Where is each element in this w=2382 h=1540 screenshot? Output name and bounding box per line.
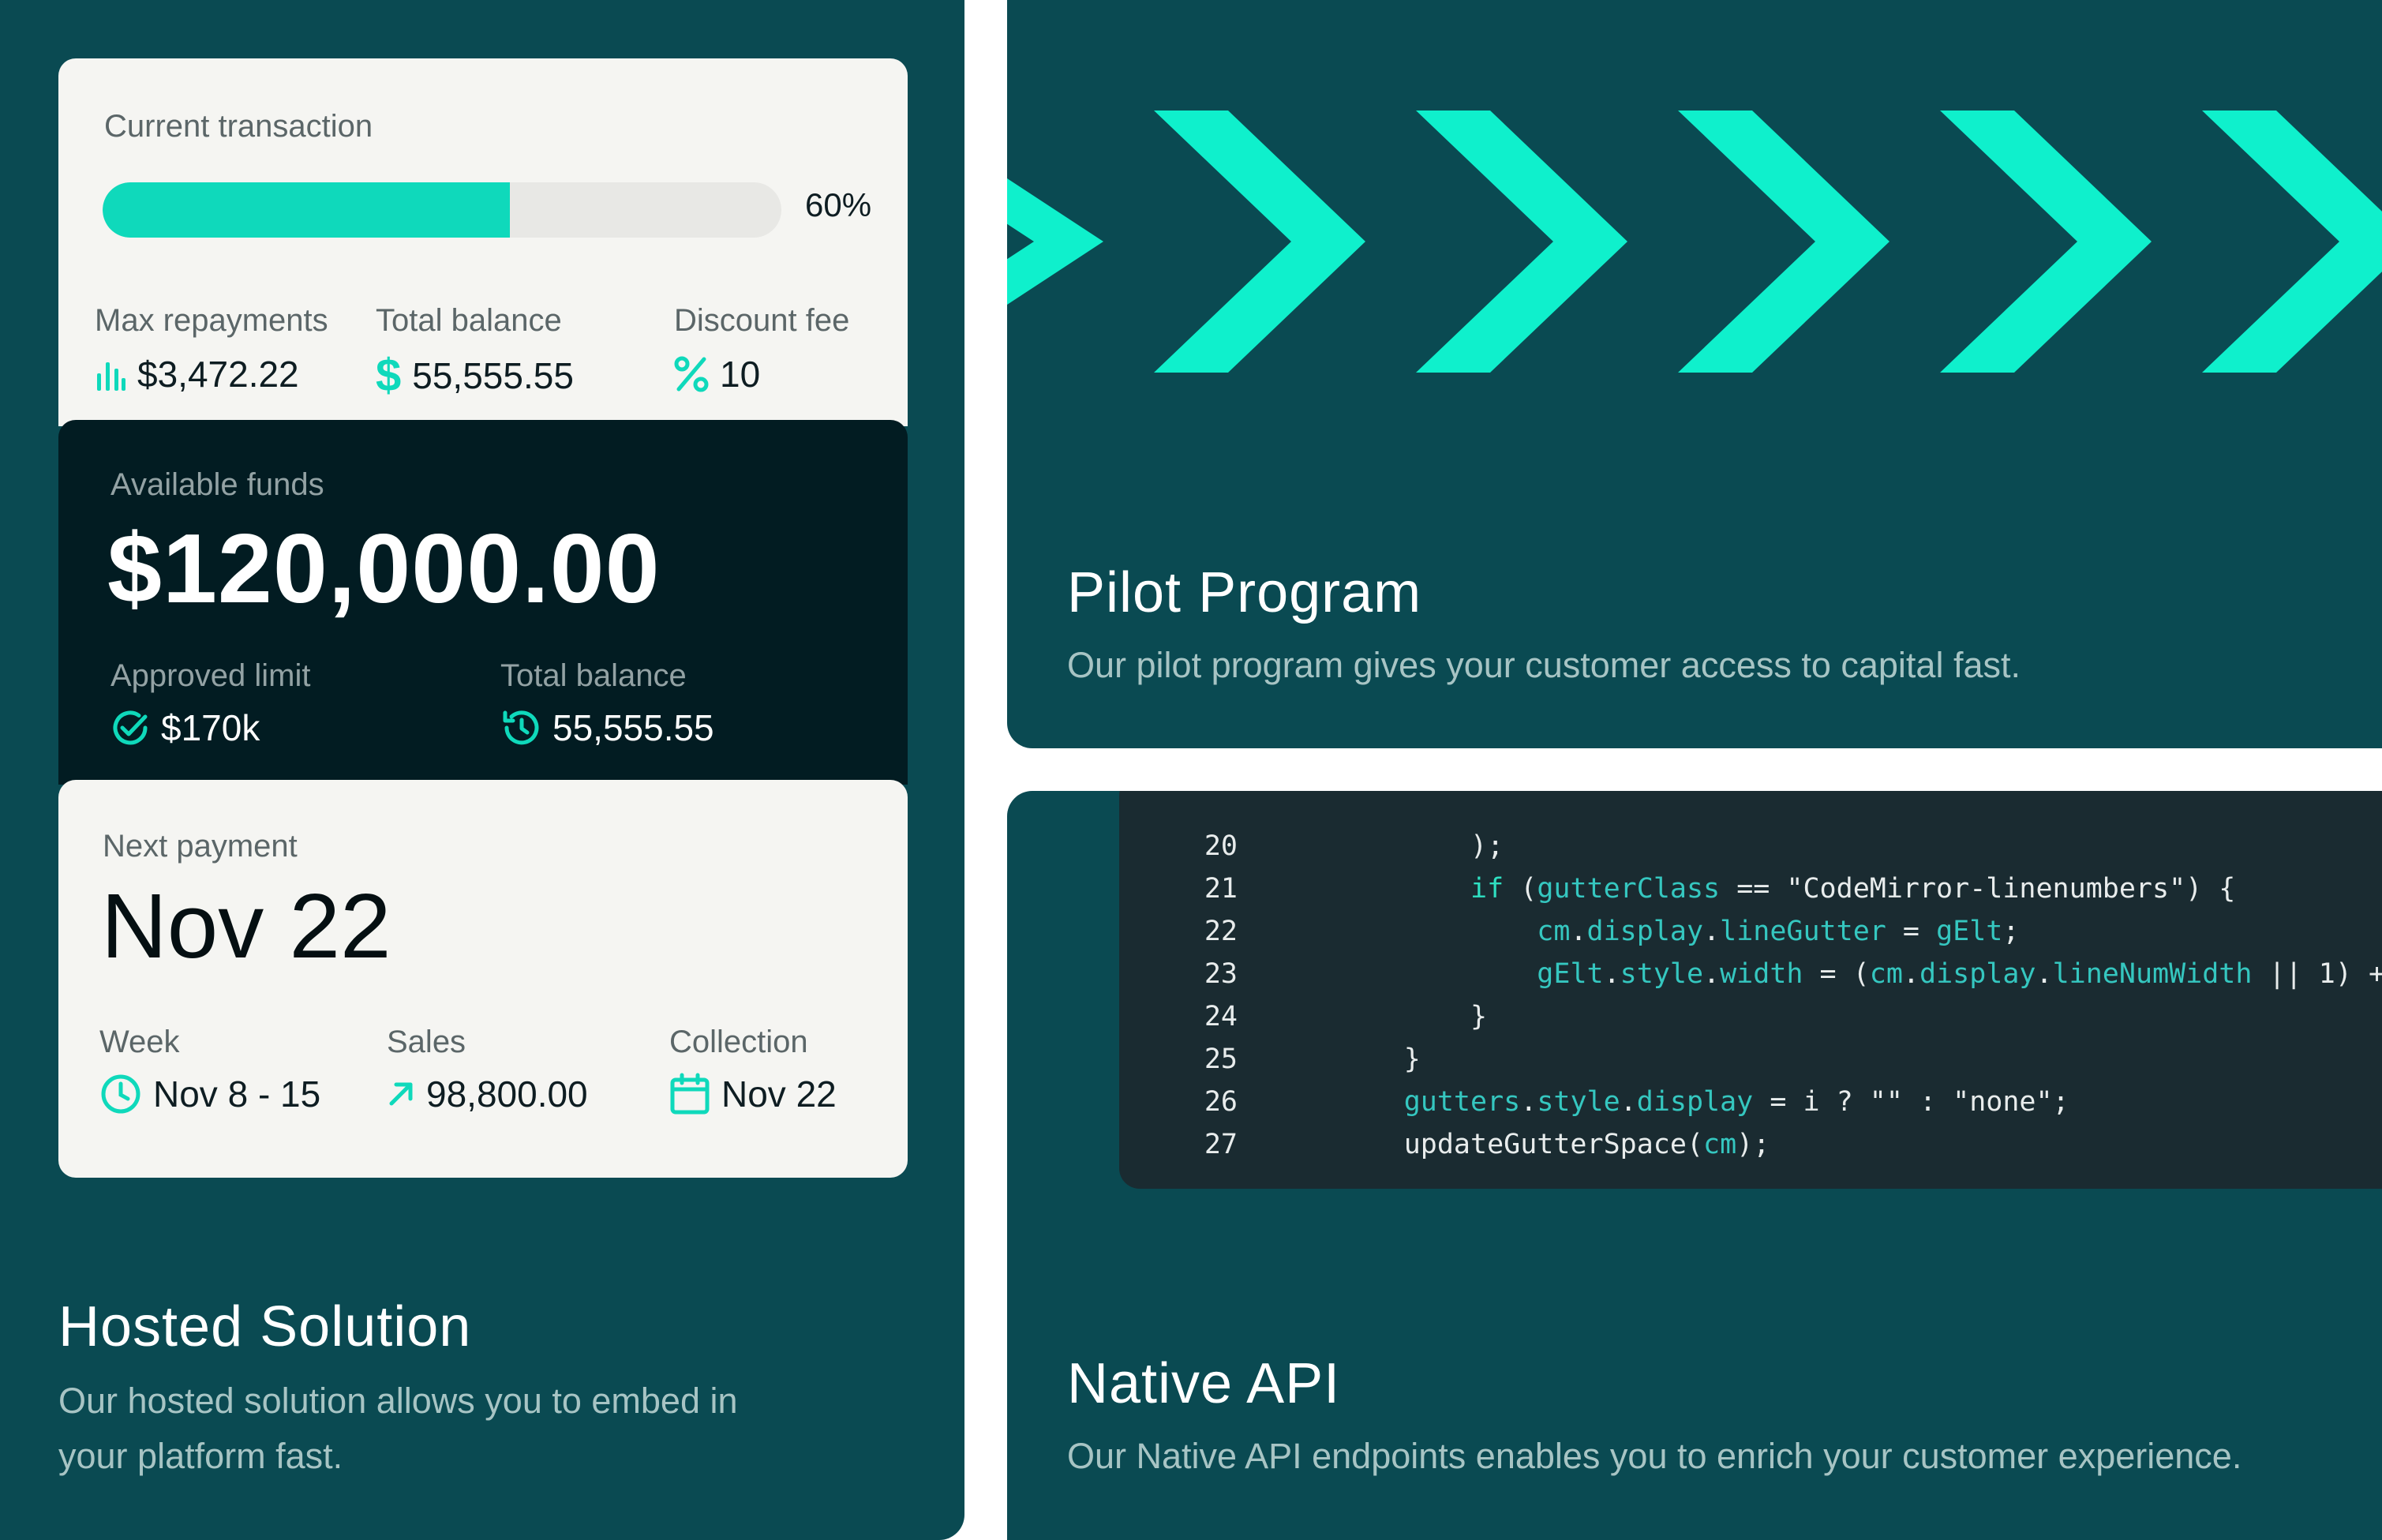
code-line: 20 ); <box>1119 826 1504 867</box>
stat-funds-total-balance: Total balance 55,555.55 <box>500 658 714 749</box>
stat-label: Max repayments <box>95 303 328 338</box>
code-line-number: 20 <box>1204 830 1238 862</box>
code-line-text: ); <box>1238 830 1504 862</box>
stat-label: Sales <box>387 1025 466 1059</box>
available-funds-amount: $120,000.00 <box>107 515 661 624</box>
hosted-solution-description-line2: your platform fast. <box>58 1436 343 1476</box>
code-line-text: gutters.style.display = i ? "" : "none"; <box>1403 1086 2069 1118</box>
code-line-number: 22 <box>1204 916 1238 947</box>
code-line: 26 gutters.style.display = i ? "" : "non… <box>1119 1081 2069 1122</box>
dollar-icon: $ <box>376 350 402 401</box>
next-payment-card: Next payment Nov 22 Week Nov 8 - 15 Sale… <box>58 780 908 1178</box>
current-transaction-card: Current transaction 60% Max repayments $… <box>58 58 908 426</box>
code-snippet: 20 ); 21 if (gutterClass == "CodeMirror-l… <box>1119 791 2382 1189</box>
native-api-panel: 20 ); 21 if (gutterClass == "CodeMirror-l… <box>1007 791 2382 1540</box>
native-api-heading: Native API <box>1067 1352 1341 1415</box>
stat-discount-fee: Discount fee 10 <box>674 303 849 395</box>
hosted-solution-panel: Current transaction 60% Max repayments $… <box>0 0 964 1540</box>
code-line: 24 } <box>1119 996 1487 1037</box>
stat-label: Total balance <box>376 303 562 338</box>
native-api-description: Our Native API endpoints enables you to … <box>1067 1436 2242 1476</box>
code-line-number: 23 <box>1204 958 1238 990</box>
stat-collection: Collection Nov 22 <box>669 1025 837 1115</box>
check-circle-icon <box>110 708 150 748</box>
code-line-text: if (gutterClass == "CodeMirror-linenumbe… <box>1470 873 2236 905</box>
code-line: 23 gElt.style.width = (cm.display.lineNu… <box>1119 954 2382 995</box>
pilot-program-panel: Pilot Program Our pilot program gives yo… <box>1007 0 2382 748</box>
available-funds-title: Available funds <box>110 467 324 502</box>
code-line-number: 21 <box>1204 873 1238 905</box>
stat-label: Collection <box>669 1025 808 1059</box>
stat-value: 55,555.55 <box>552 707 714 748</box>
code-line: 22 cm.display.lineGutter = gElt; <box>1119 911 2020 952</box>
code-line: 21 if (gutterClass == "CodeMirror-linenu… <box>1119 868 2236 909</box>
pilot-program-description: Our pilot program gives your customer ac… <box>1067 645 2021 685</box>
chevron-arrows-icon <box>1007 111 2382 373</box>
stat-value: 98,800.00 <box>426 1074 588 1115</box>
hosted-solution-description-line1: Our hosted solution allows you to embed … <box>58 1381 738 1421</box>
code-line-number: 24 <box>1204 1001 1238 1032</box>
available-funds-card: Available funds $120,000.00 Approved lim… <box>58 420 908 785</box>
transaction-progress-label: 60% <box>805 186 872 223</box>
code-line-text: gElt.style.width = (cm.display.lineNumWi… <box>1537 958 2382 990</box>
code-line-text: } <box>1238 1044 1421 1075</box>
code-line-text: updateGutterSpace(cm); <box>1238 1129 1770 1160</box>
code-line: 27 updateGutterSpace(cm); <box>1119 1124 1770 1165</box>
bar-chart-icon <box>95 356 126 392</box>
next-payment-date: Nov 22 <box>101 875 391 977</box>
stat-value: Nov 22 <box>721 1074 837 1115</box>
pilot-program-heading: Pilot Program <box>1067 561 1422 624</box>
percent-icon <box>674 356 709 392</box>
stat-label: Approved limit <box>110 658 311 693</box>
code-line-number: 26 <box>1204 1086 1238 1118</box>
stat-value: $3,472.22 <box>137 354 299 395</box>
code-line-text: cm.display.lineGutter = gElt; <box>1537 916 2020 947</box>
stat-value: 10 <box>720 354 761 395</box>
transaction-progress-fill <box>103 182 510 238</box>
current-transaction-title: Current transaction <box>104 109 373 144</box>
arrow-up-right-icon <box>387 1080 415 1108</box>
stat-label: Total balance <box>500 658 687 693</box>
next-payment-title: Next payment <box>103 829 298 864</box>
code-line-text: } <box>1238 1001 1488 1032</box>
code-line-number: 27 <box>1204 1129 1238 1160</box>
stat-week: Week Nov 8 - 15 <box>99 1025 320 1115</box>
stat-value: 55,555.55 <box>412 355 574 396</box>
calendar-icon <box>669 1073 710 1115</box>
stat-label: Discount fee <box>674 303 850 338</box>
transaction-progress-bar <box>103 182 781 238</box>
clock-icon <box>99 1073 142 1115</box>
code-line-number: 25 <box>1204 1044 1238 1075</box>
stat-approved-limit: Approved limit $170k <box>110 658 310 749</box>
stat-label: Week <box>99 1025 180 1059</box>
code-line: 25 } <box>1119 1039 1421 1080</box>
refresh-icon <box>500 708 541 748</box>
stat-total-balance: Total balance $ 55,555.55 <box>376 303 574 399</box>
stat-max-repayments: Max repayments $3,472.22 <box>95 303 328 395</box>
stat-value: $170k <box>161 707 260 748</box>
hosted-solution-heading: Hosted Solution <box>58 1295 472 1358</box>
stat-sales: Sales 98,800.00 <box>387 1025 588 1115</box>
stat-value: Nov 8 - 15 <box>153 1074 321 1115</box>
